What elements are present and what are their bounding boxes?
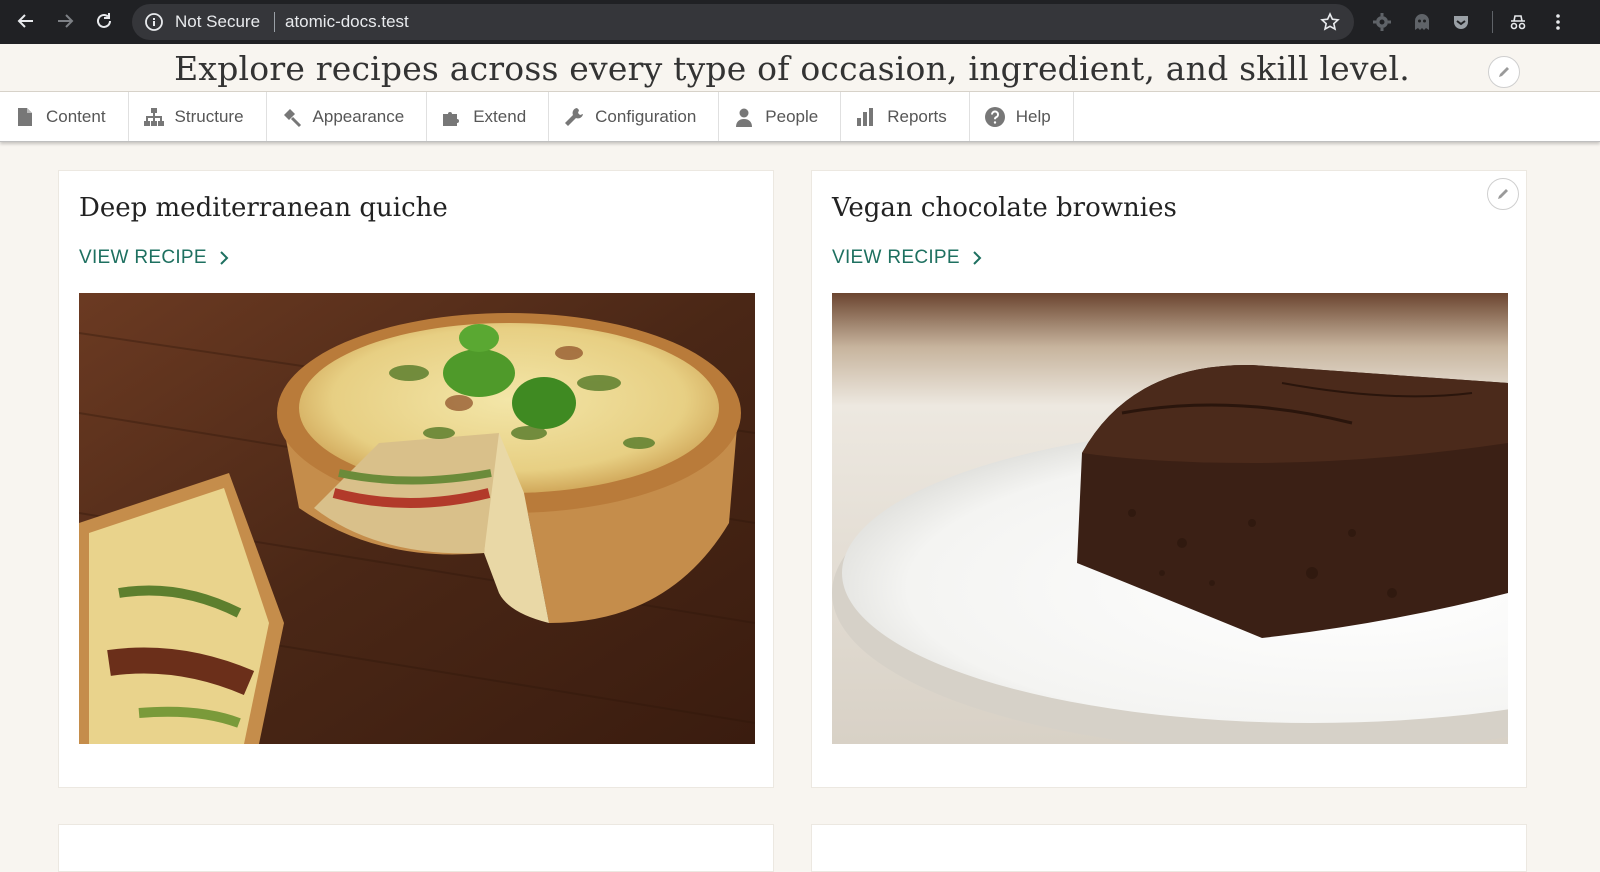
toolbar-item-label: Help — [1015, 106, 1051, 126]
info-icon[interactable] — [144, 12, 164, 32]
admin-toolbar: Content Structure Appearance Extend Conf… — [0, 92, 1600, 142]
edit-banner-button[interactable] — [1488, 56, 1520, 88]
ghost-icon — [1415, 14, 1429, 30]
kebab-menu-icon — [1556, 14, 1560, 30]
chevron-right-icon — [973, 251, 982, 265]
incognito-icon — [1510, 15, 1526, 30]
quiche-photo[interactable] — [79, 293, 755, 744]
toolbar-item-people[interactable]: People — [719, 92, 842, 141]
toolbar-item-reports[interactable]: Reports — [841, 92, 970, 141]
browser-toolbar: Not Secure atomic-docs.test — [0, 0, 1600, 44]
edit-card-button[interactable] — [1487, 178, 1519, 210]
toolbar-item-configuration[interactable]: Configuration — [549, 92, 720, 141]
forward-button[interactable] — [51, 7, 79, 35]
recipe-title[interactable]: Deep mediterranean quiche — [79, 193, 448, 223]
recipe-card: Deep mediterranean quiche VIEW RECIPE — [58, 170, 774, 788]
toolbar-item-label: Appearance — [312, 106, 405, 126]
recipe-card: Vegan chocolate brownies VIEW RECIPE — [811, 170, 1527, 788]
pocket-icon — [1454, 16, 1468, 29]
pencil-icon — [1499, 67, 1509, 77]
recipe-title[interactable]: Vegan chocolate brownies — [832, 193, 1177, 223]
extension-gear[interactable] — [1372, 12, 1392, 32]
toolbar-item-label: Structure — [174, 106, 244, 126]
toolbar-item-appearance[interactable]: Appearance — [267, 92, 428, 141]
toolbar-item-label: Content — [46, 106, 106, 126]
puzzle-icon — [441, 106, 463, 128]
brownie-photo[interactable] — [832, 293, 1508, 744]
view-recipe-link[interactable]: VIEW RECIPE — [832, 247, 984, 269]
site-slogan: Explore recipes across every type of occ… — [174, 49, 1410, 88]
sitemap-icon — [143, 106, 165, 128]
back-button[interactable] — [12, 7, 40, 35]
chevron-right-icon — [220, 251, 229, 265]
bar-chart-icon — [855, 106, 877, 128]
address-bar[interactable]: Not Secure atomic-docs.test — [132, 4, 1354, 40]
recipe-card — [811, 824, 1527, 872]
recipe-card — [58, 824, 774, 872]
pencil-icon — [1498, 189, 1508, 199]
back-arrow-icon — [17, 14, 33, 28]
bookmark-star-icon[interactable] — [1320, 12, 1340, 32]
site-slogan-banner: Explore recipes across every type of occ… — [0, 44, 1600, 92]
url-text[interactable]: atomic-docs.test — [285, 13, 409, 31]
address-separator — [274, 12, 275, 32]
browser-menu-button[interactable] — [1548, 12, 1568, 32]
view-recipe-label: VIEW RECIPE — [79, 247, 207, 268]
file-icon — [14, 106, 36, 128]
toolbar-item-extend[interactable]: Extend — [427, 92, 550, 141]
toolbar-item-label: Reports — [887, 106, 947, 126]
reload-button[interactable] — [90, 7, 118, 35]
paintbrush-icon — [281, 106, 303, 128]
security-label[interactable]: Not Secure — [175, 13, 260, 31]
person-icon — [733, 106, 755, 128]
extension-pocket[interactable] — [1451, 12, 1471, 32]
incognito-button[interactable] — [1508, 12, 1528, 32]
toolbar-item-label: People — [765, 106, 819, 126]
question-icon — [984, 106, 1006, 128]
wrench-icon — [563, 106, 585, 128]
view-recipe-link[interactable]: VIEW RECIPE — [79, 247, 231, 269]
extension-ghost[interactable] — [1412, 12, 1432, 32]
view-recipe-label: VIEW RECIPE — [832, 247, 960, 268]
toolbar-item-help[interactable]: Help — [970, 92, 1074, 141]
reload-icon — [97, 13, 111, 28]
forward-arrow-icon — [58, 14, 74, 28]
gear-icon — [1373, 13, 1391, 31]
toolbar-item-label: Extend — [473, 106, 527, 126]
toolbar-item-structure[interactable]: Structure — [129, 92, 267, 141]
toolbar-divider — [1492, 11, 1493, 33]
toolbar-item-content[interactable]: Content — [0, 92, 129, 141]
toolbar-item-label: Configuration — [595, 106, 697, 126]
